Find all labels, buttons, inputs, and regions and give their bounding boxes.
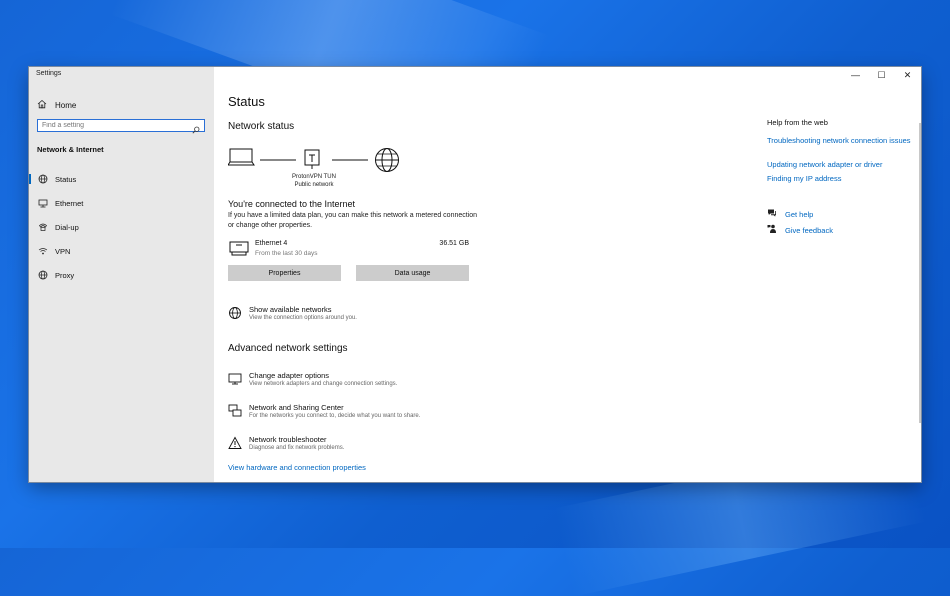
network-sharing-center-option[interactable]: Network and Sharing Center For the netwo…: [228, 403, 528, 425]
sharing-center-icon: [228, 404, 242, 423]
adapter-name: Ethernet 4: [255, 240, 288, 247]
option-title: Network troubleshooter: [249, 435, 327, 444]
help-link-find-ip[interactable]: Finding my IP address: [767, 174, 917, 184]
adapter-usage-row: Ethernet 4 From the last 30 days 36.51 G…: [228, 239, 470, 261]
sidebar-item-ethernet[interactable]: Ethernet: [29, 195, 214, 211]
sidebar-item-vpn[interactable]: VPN: [29, 243, 214, 259]
data-usage-button[interactable]: Data usage: [356, 265, 469, 281]
laptop-icon: [228, 148, 255, 166]
settings-window: Home Network & Internet Status Ethernet: [29, 67, 921, 482]
network-status-heading: Network status: [228, 121, 295, 132]
option-subtitle: View network adapters and change connect…: [249, 381, 398, 387]
home-nav-item[interactable]: Home: [37, 98, 76, 112]
sidebar-item-label: Dial-up: [55, 222, 79, 232]
option-title: Network and Sharing Center: [249, 403, 344, 412]
sidebar-section-title: Network & Internet: [37, 145, 104, 154]
help-link-updating-adapter[interactable]: Updating network adapter or driver: [767, 160, 917, 170]
adapter-usage-amount: 36.51 GB: [439, 240, 469, 247]
option-title: Show available networks: [249, 305, 332, 314]
home-icon: [37, 99, 47, 111]
sidebar-item-label: Proxy: [55, 270, 75, 280]
globe-status-icon: [37, 174, 49, 184]
hardware-properties-link[interactable]: View hardware and connection properties: [228, 463, 366, 472]
home-label: Home: [55, 100, 77, 110]
main-content: Status Network status ProtonVPN TUN Publ…: [214, 67, 921, 482]
feedback-person-icon: [767, 224, 777, 236]
option-subtitle: For the networks you connect to, decide …: [249, 413, 421, 419]
search-icon[interactable]: [192, 121, 200, 139]
properties-button[interactable]: Properties: [228, 265, 341, 281]
page-title: Status: [228, 94, 265, 109]
advanced-network-settings-heading: Advanced network settings: [228, 343, 348, 354]
sidebar-item-status[interactable]: Status: [29, 171, 214, 187]
internet-globe-icon: [375, 148, 399, 172]
connection-status-description: If you have a limited data plan, you can…: [228, 212, 478, 229]
wifi-globe-icon: [228, 306, 242, 325]
network-troubleshooter-option[interactable]: Network troubleshooter Diagnose and fix …: [228, 435, 528, 457]
sidebar: Home Network & Internet Status Ethernet: [29, 67, 214, 482]
vpn-label: ProtonVPN TUN Public network: [284, 173, 344, 189]
change-adapter-options[interactable]: Change adapter options View network adap…: [228, 371, 528, 393]
globe-icon: [37, 270, 49, 280]
sidebar-item-label: Ethernet: [55, 198, 84, 208]
option-subtitle: Diagnose and fix network problems.: [249, 445, 345, 451]
option-subtitle: View the connection options around you.: [249, 315, 357, 321]
get-help-action[interactable]: Get help: [767, 208, 813, 220]
search-input[interactable]: [38, 122, 196, 129]
ethernet-adapter-icon: [229, 241, 249, 262]
get-help-link[interactable]: Get help: [785, 210, 813, 219]
window-title: Settings: [36, 70, 62, 77]
sidebar-item-proxy[interactable]: Proxy: [29, 267, 214, 283]
option-title: Change adapter options: [249, 371, 330, 380]
search-box[interactable]: [37, 119, 205, 134]
adapter-usage-period: From the last 30 days: [255, 250, 318, 257]
give-feedback-link[interactable]: Give feedback: [785, 226, 833, 235]
vpn-adapter-icon: [304, 149, 320, 169]
vpn-icon: [37, 246, 49, 256]
help-link-troubleshooting[interactable]: Troubleshooting network connection issue…: [767, 136, 917, 146]
network-type: Public network: [294, 182, 334, 188]
chat-bubble-icon: [767, 208, 777, 220]
connection-status-title: You're connected to the Internet: [228, 199, 355, 209]
vpn-name: ProtonVPN TUN: [292, 174, 336, 180]
help-panel-title: Help from the web: [767, 118, 828, 127]
warning-icon: [228, 436, 242, 455]
show-available-networks-option[interactable]: Show available networks View the connect…: [228, 305, 528, 327]
sidebar-item-dial-up[interactable]: Dial-up: [29, 219, 214, 235]
ethernet-icon: [37, 198, 49, 208]
scrollbar[interactable]: [919, 123, 921, 423]
give-feedback-action[interactable]: Give feedback: [767, 224, 833, 236]
phone-icon: [37, 222, 49, 232]
sidebar-item-label: Status: [55, 174, 77, 184]
adapter-icon: [228, 372, 242, 391]
sidebar-item-label: VPN: [55, 246, 71, 256]
